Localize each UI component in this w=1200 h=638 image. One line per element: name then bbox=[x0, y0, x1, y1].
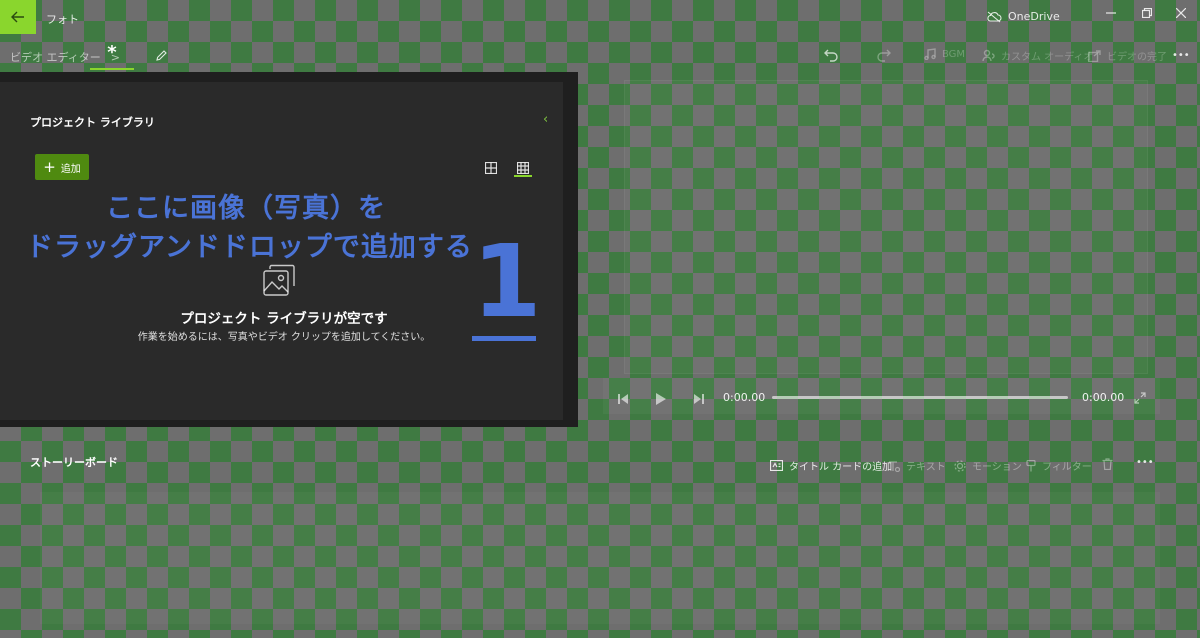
filter-icon bbox=[1026, 459, 1036, 471]
instruction-overlay-line1: ここに画像（写真）を bbox=[106, 193, 386, 224]
step-forward-icon bbox=[694, 394, 704, 404]
add-title-card-button[interactable]: タイトル カードの追加 bbox=[770, 458, 892, 473]
motion-button[interactable]: モーション bbox=[954, 458, 1022, 473]
video-preview bbox=[624, 80, 1148, 374]
play-button[interactable] bbox=[655, 390, 667, 409]
plus-icon: + bbox=[43, 158, 56, 176]
project-library-panel: プロジェクト ライブラリ ‹ + 追加 ここに画像（写真）を ドラッグアンドドロ… bbox=[0, 72, 578, 427]
next-frame-button[interactable] bbox=[693, 390, 705, 409]
finish-video-button[interactable]: ビデオの完了 bbox=[1088, 48, 1167, 63]
text-label: テキスト bbox=[906, 462, 946, 473]
rename-button[interactable] bbox=[155, 47, 168, 66]
storyboard-drop-area[interactable] bbox=[40, 492, 1160, 624]
maximize-button[interactable] bbox=[1132, 5, 1162, 21]
storyboard-title: ストーリーボード bbox=[30, 456, 118, 469]
cloud-off-icon bbox=[987, 11, 1002, 22]
bgm-button[interactable]: BGM bbox=[924, 48, 965, 60]
play-icon bbox=[656, 393, 666, 405]
filter-label: フィルター bbox=[1042, 462, 1092, 473]
project-library-title: プロジェクト ライブラリ bbox=[30, 116, 155, 129]
close-icon bbox=[1176, 8, 1186, 18]
redo-icon bbox=[877, 49, 891, 62]
grid-small-icon bbox=[517, 162, 529, 174]
text-icon bbox=[889, 460, 900, 472]
previous-frame-button[interactable] bbox=[617, 390, 629, 409]
motion-label: モーション bbox=[972, 462, 1022, 473]
undo-button[interactable] bbox=[824, 48, 838, 62]
expand-icon bbox=[1134, 392, 1146, 404]
finish-video-label: ビデオの完了 bbox=[1107, 52, 1167, 63]
total-time: 0:00.00 bbox=[1082, 391, 1125, 404]
collapse-library-button[interactable]: ‹ bbox=[543, 112, 548, 127]
music-note-icon bbox=[924, 48, 936, 60]
restore-icon bbox=[1142, 8, 1152, 18]
fullscreen-button[interactable] bbox=[1134, 389, 1146, 408]
step-back-icon bbox=[618, 394, 628, 404]
filter-button[interactable]: フィルター bbox=[1026, 458, 1092, 473]
seek-bar[interactable] bbox=[772, 396, 1068, 399]
large-grid-view-button[interactable] bbox=[481, 158, 501, 178]
photos-placeholder-icon bbox=[262, 264, 296, 302]
add-title-card-label: タイトル カードの追加 bbox=[789, 462, 893, 473]
onedrive-status[interactable]: OneDrive bbox=[986, 10, 1060, 23]
active-view-indicator bbox=[514, 175, 532, 177]
onedrive-label: OneDrive bbox=[1008, 10, 1060, 23]
more-options-button[interactable]: ••• bbox=[1172, 50, 1190, 61]
grid-large-icon bbox=[485, 162, 497, 174]
app-title: フォト bbox=[46, 13, 79, 26]
delete-button[interactable] bbox=[1102, 458, 1113, 470]
breadcrumb-video-editor[interactable]: ビデオ エディター bbox=[10, 49, 101, 65]
redo-button[interactable] bbox=[877, 48, 891, 62]
custom-audio-button[interactable]: カスタム オーディオ bbox=[982, 48, 1093, 63]
add-media-button[interactable]: + 追加 bbox=[35, 154, 89, 180]
text-button[interactable]: テキスト bbox=[888, 458, 946, 473]
pencil-icon bbox=[156, 50, 167, 61]
empty-library-subtitle: 作業を始めるには、写真やビデオ クリップを追加してください。 bbox=[137, 332, 431, 343]
trash-icon bbox=[1102, 458, 1113, 470]
back-button[interactable] bbox=[0, 0, 36, 34]
storyboard-more-button[interactable]: ••• bbox=[1136, 457, 1154, 468]
instruction-overlay-line2: ドラッグアンドドロップで追加する bbox=[26, 232, 473, 263]
current-time: 0:00.00 bbox=[723, 391, 766, 404]
empty-library-title: プロジェクト ライブラリが空です bbox=[180, 311, 388, 327]
motion-icon bbox=[954, 459, 966, 472]
minimize-button[interactable] bbox=[1096, 5, 1126, 21]
custom-audio-label: カスタム オーディオ bbox=[1001, 52, 1094, 63]
export-icon bbox=[1088, 49, 1101, 62]
add-label: 追加 bbox=[60, 163, 81, 175]
active-tab-indicator bbox=[90, 68, 134, 70]
project-name-tab[interactable]: * bbox=[90, 44, 134, 70]
undo-icon bbox=[824, 49, 838, 62]
person-audio-icon bbox=[982, 49, 995, 62]
bgm-label: BGM bbox=[942, 48, 966, 60]
arrow-left-icon bbox=[11, 11, 24, 23]
title-card-icon bbox=[770, 460, 783, 471]
close-button[interactable] bbox=[1166, 5, 1196, 21]
project-library-content: プロジェクト ライブラリ ‹ + 追加 ここに画像（写真）を ドラッグアンドドロ… bbox=[0, 82, 563, 420]
minimize-icon bbox=[1106, 12, 1116, 14]
project-name: * bbox=[107, 42, 117, 63]
